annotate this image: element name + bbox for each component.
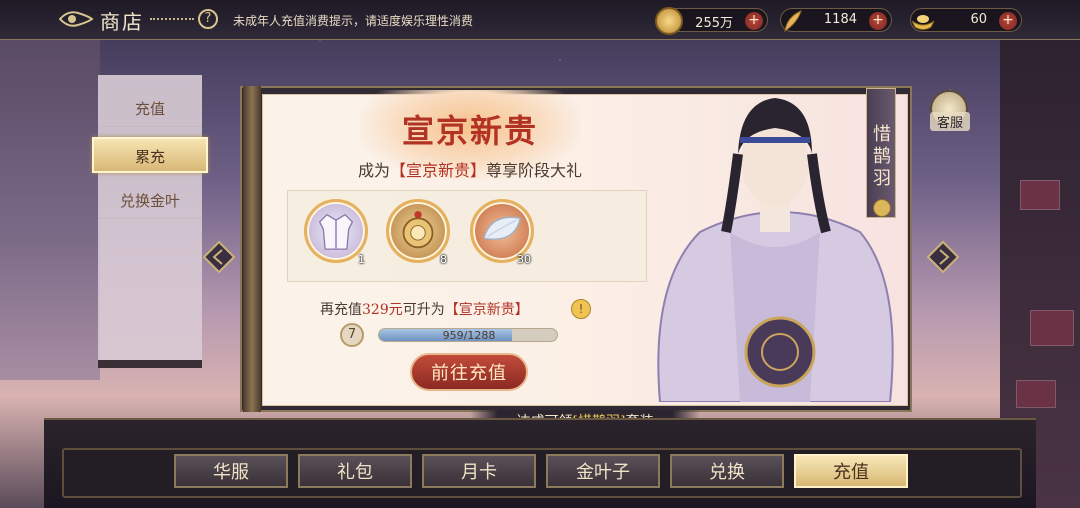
- coin-value: 255万: [695, 16, 733, 31]
- go-recharge-button[interactable]: 前往充值: [410, 353, 528, 391]
- side-item-cumulative[interactable]: 累充: [92, 137, 208, 173]
- side-menu-bottom-rail: [98, 360, 202, 368]
- tab-exchange[interactable]: 兑换: [670, 454, 784, 488]
- top-bar: 商店 ? 未成年人充值消费提示，请适度娱乐理性消费 255万 + 1184 + …: [0, 0, 1080, 40]
- tab-gift-pack[interactable]: 礼包: [298, 454, 412, 488]
- ingot-value: 60: [970, 12, 987, 27]
- customer-service-label[interactable]: 客服: [930, 112, 970, 131]
- help-icon[interactable]: ?: [198, 9, 218, 29]
- add-coin-button[interactable]: +: [745, 12, 763, 30]
- reward-outfit[interactable]: 1: [304, 199, 368, 266]
- subtitle-prefix: 成为: [357, 161, 390, 180]
- side-item-exchange-gold-leaf[interactable]: 兑换金叶: [98, 183, 202, 219]
- upgrade-prefix: 再充值: [320, 302, 362, 318]
- reward-count: 8: [440, 253, 447, 266]
- tab-gold-leaf[interactable]: 金叶子: [546, 454, 660, 488]
- coin-icon: [655, 7, 683, 35]
- title-divider: [150, 18, 194, 20]
- progress-bar: 959/1288: [378, 328, 558, 342]
- scroll-rod-decoration: [243, 86, 261, 412]
- compass-icon: [402, 211, 434, 249]
- magnify-icon[interactable]: [873, 199, 891, 217]
- resource-feather: 1184 +: [780, 8, 892, 33]
- reward-count: 30: [517, 253, 531, 266]
- upgrade-amount: 329元: [362, 302, 403, 318]
- crystal-leaf-icon: [483, 216, 521, 240]
- subtitle-suffix: 尊享阶段大礼: [486, 161, 583, 180]
- side-menu: 充值 累充 兑换金叶: [92, 75, 208, 360]
- next-arrow-icon[interactable]: [926, 240, 960, 274]
- side-item-recharge[interactable]: 充值: [98, 91, 202, 127]
- tab-monthly-card[interactable]: 月卡: [422, 454, 536, 488]
- outfit-icon: [318, 213, 354, 250]
- question-icon[interactable]: !: [571, 299, 591, 319]
- resource-ingot: 60 +: [910, 8, 1022, 32]
- prev-arrow-icon[interactable]: [202, 240, 236, 274]
- subtitle-highlight: 【宣京新贵】: [389, 161, 486, 180]
- feather-icon: [784, 10, 802, 33]
- add-feather-button[interactable]: +: [869, 12, 887, 30]
- add-ingot-button[interactable]: +: [999, 12, 1017, 30]
- tier-title: 宣京新贵: [401, 112, 538, 150]
- reward-count: 1: [358, 253, 365, 266]
- back-arrow-icon[interactable]: [58, 8, 94, 30]
- upgrade-middle: 可升为: [402, 302, 445, 318]
- reward-list: 1 8 30: [287, 190, 647, 282]
- feather-value: 1184: [823, 12, 857, 27]
- reward-crystal-leaf[interactable]: 30: [470, 199, 534, 266]
- level-badge: 7: [340, 323, 364, 347]
- ingot-icon: [911, 15, 935, 30]
- page-title: 商店: [100, 10, 144, 34]
- tab-costume[interactable]: 华服: [174, 454, 288, 488]
- room-window-frame: [0, 40, 100, 380]
- reward-golden-compass[interactable]: 8: [386, 199, 450, 266]
- minor-spending-notice: 未成年人充值消费提示，请适度娱乐理性消费: [233, 14, 474, 28]
- progress-text: 959/1288: [442, 329, 496, 342]
- tab-recharge[interactable]: 充值: [794, 454, 908, 488]
- tier-subtitle: 成为【宣京新贵】尊享阶段大礼: [300, 157, 640, 181]
- upgrade-target: 【宣京新贵】: [444, 302, 529, 318]
- upgrade-hint: 再充值329元可升为【宣京新贵】: [320, 299, 610, 319]
- resource-coin: 255万 +: [655, 7, 768, 35]
